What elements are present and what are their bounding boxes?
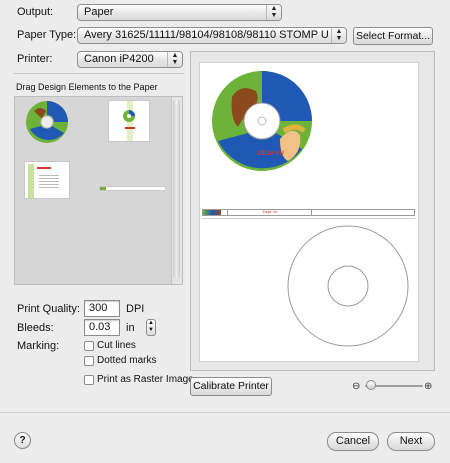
paper-type-value: Avery 31625/11111/98104/98108/98110 STOM… [84,29,329,41]
dpi-unit: DPI [126,303,145,315]
dotted-marks-checkbox[interactable] [84,356,94,366]
marking-label: Marking: [17,340,60,352]
spine-art [203,210,221,215]
disc-artwork-icon[interactable] [210,69,314,173]
spine-text: Deja Vu [263,209,278,214]
raster-image-checkbox[interactable] [84,375,94,385]
paper-sheet[interactable]: DEJA VU Deja Vu [199,62,419,362]
paper-preview-frame: DEJA VU Deja Vu [190,51,435,371]
thumb-stripe [28,164,34,198]
bleeds-unit: in [126,322,135,334]
output-popup[interactable]: Paper ▲ ▼ [77,4,282,21]
help-button[interactable]: ? [14,432,31,449]
empty-disc-outline-icon[interactable] [285,223,411,349]
cancel-button[interactable]: Cancel [327,432,379,451]
print-quality-field[interactable]: 300 [84,300,120,317]
divider [14,73,184,74]
design-thumb-disc[interactable] [24,99,70,145]
bleeds-label: Bleeds: [17,322,54,334]
calibrate-printer-button[interactable]: Calibrate Printer [190,377,272,396]
paper-type-popup[interactable]: Avery 31625/11111/98104/98108/98110 STOM… [77,27,347,44]
bleeds-field[interactable]: 0.03 [84,319,120,336]
spine-divider [311,210,312,215]
bleeds-stepper[interactable]: ▲ ▼ [146,319,156,336]
design-thumb-page[interactable] [24,161,70,199]
design-elements-header: Drag Design Elements to the Paper [16,82,158,92]
design-elements-panel [14,96,183,285]
dotted-marks-label: Dotted marks [97,355,157,366]
preview-divider [202,218,415,219]
disc-label-text: DEJA VU [258,151,284,157]
popup-arrows-icon: ▲ ▼ [331,28,346,43]
thumb-title-line [37,167,51,169]
disc-thumbnail-icon [26,101,68,143]
print-quality-label: Print Quality: [17,303,80,315]
disc-mini-icon [123,110,135,122]
cut-lines-label: Cut lines [97,340,136,351]
next-button[interactable]: Next [387,432,435,451]
popup-arrows-icon: ▲ ▼ [266,5,281,20]
thumb-text-line [125,127,135,129]
zoom-slider-thumb[interactable] [366,380,376,390]
raster-image-label: Print as Raster Image [97,374,194,385]
popup-arrows-icon: ▲ ▼ [167,52,182,67]
printer-label: Printer: [17,53,53,65]
design-thumb-spine[interactable] [99,186,166,191]
printer-value: Canon iP4200 [84,53,154,65]
footer-divider [0,412,450,413]
spine-strip[interactable]: Deja Vu [202,209,415,216]
output-value: Paper [84,6,114,18]
thumb-text-block [39,173,59,189]
paper-type-label: Paper Type: [17,29,77,41]
cut-lines-checkbox[interactable] [84,341,94,351]
design-thumb-card[interactable] [108,100,150,142]
thumb-stripe [100,187,106,190]
scroll-thumb[interactable] [173,99,180,279]
zoom-in-icon[interactable]: ⊕ [424,381,432,392]
select-format-button[interactable]: Select Format... [353,27,433,45]
panel-scrollbar[interactable] [171,97,182,284]
spine-divider [227,210,228,215]
output-label: Output: [17,6,54,18]
zoom-out-icon[interactable]: ⊖ [352,381,360,392]
printer-popup[interactable]: Canon iP4200 ▲ ▼ [77,51,183,68]
